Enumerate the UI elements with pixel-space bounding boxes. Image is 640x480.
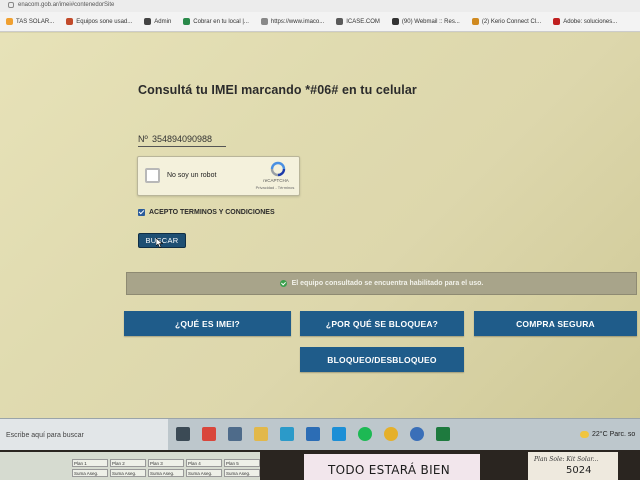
- app-icon[interactable]: [410, 427, 424, 441]
- mail-icon[interactable]: [280, 427, 294, 441]
- block-unblock-button[interactable]: BLOQUEO/DESBLOQUEO: [300, 347, 464, 372]
- bookmark-favicon-icon: [183, 18, 191, 25]
- file-explorer-icon[interactable]: [254, 427, 268, 441]
- bookmark-label: ICASE.COM: [346, 18, 380, 25]
- check-circle-icon: [279, 280, 287, 287]
- taskbar: Escribe aquí para buscar 22°C Parc. so: [0, 418, 640, 451]
- bookmark-favicon-icon: [260, 18, 268, 25]
- sheet-cell: Suma Aseg.: [224, 469, 260, 477]
- recaptcha-widget: No soy un robot reCAPTCHA Privacidad - T…: [137, 156, 300, 196]
- paper-spreadsheet: Plan 1 Plan 2 Plan 3 Plan 4 Plan 5 Suma Aseg…: [0, 452, 260, 480]
- sheet-header-cell: Plan 3: [148, 459, 184, 467]
- terms-label: ACEPTO TERMINOS Y CONDICIONES: [149, 209, 275, 216]
- imei-prefix: Nº: [138, 134, 148, 144]
- bookmark-favicon-icon: [6, 18, 13, 25]
- bookmark-favicon-icon: [336, 18, 344, 25]
- bookmark-label: (2) Kerio Connect Cl...: [481, 18, 542, 25]
- page-title: Consultá tu IMEI marcando *#06# en tu ce…: [138, 83, 417, 97]
- edge-icon[interactable]: [306, 427, 320, 441]
- recaptcha-label: No soy un robot: [167, 172, 217, 179]
- browser-icon[interactable]: [332, 427, 346, 441]
- bookmark-label: https://www.imaco...: [270, 18, 325, 25]
- what-is-imei-button[interactable]: ¿QUÉ ES IMEI?: [124, 311, 291, 336]
- result-message: El equipo consultado se encuentra habili…: [291, 280, 484, 287]
- bookmark-item[interactable]: (90) Webmail :: Res...: [386, 18, 466, 25]
- excel-icon[interactable]: [436, 427, 450, 441]
- recaptcha-checkbox[interactable]: [145, 168, 160, 183]
- url-text[interactable]: enacom.gob.ar/imei#contenedorSite: [18, 2, 114, 8]
- bookmark-label: Admin: [154, 18, 172, 25]
- taskbar-search-input[interactable]: Escribe aquí para buscar: [0, 419, 168, 451]
- bookmark-label: Cobrar en tu local |...: [193, 18, 249, 25]
- weather-icon: [580, 431, 589, 438]
- sheet-cell: Suma Aseg.: [72, 469, 108, 477]
- bookmark-favicon-icon: [553, 18, 561, 25]
- bookmark-label: (90) Webmail :: Res...: [401, 18, 460, 25]
- weather-text: 22°C Parc. so: [592, 431, 636, 438]
- bookmark-favicon-icon: [471, 18, 479, 25]
- sheet-cell: Suma Aseg.: [110, 469, 146, 477]
- sticky-note: TODO ESTARÁ BIEN: [304, 454, 480, 480]
- recaptcha-links[interactable]: Privacidad - Términos: [250, 185, 300, 190]
- bookmark-label: Adobe: soluciones...: [563, 18, 618, 25]
- bookmark-favicon-icon: [144, 18, 152, 25]
- terms-checkbox[interactable]: [138, 209, 145, 216]
- bookmark-item[interactable]: Equipos sone usad...: [60, 18, 138, 25]
- imei-input[interactable]: 354894090988: [152, 134, 212, 144]
- imei-input-underline: [138, 146, 226, 147]
- bookmark-favicon-icon: [66, 18, 74, 25]
- bookmark-label: TAS SOLAR...: [16, 18, 55, 25]
- result-banner: El equipo consultado se encuentra habili…: [126, 272, 637, 295]
- app-icon[interactable]: [202, 427, 216, 441]
- bookmark-item[interactable]: TAS SOLAR...: [0, 18, 60, 25]
- spotify-icon[interactable]: [358, 427, 372, 441]
- lock-icon: [8, 2, 14, 8]
- calculator-icon[interactable]: [228, 427, 242, 441]
- bookmarks-bar: TAS SOLAR... Equipos sone usad... Admin Cob…: [0, 12, 640, 32]
- mouse-cursor-icon: [156, 238, 163, 248]
- why-blocked-button[interactable]: ¿POR QUÉ SE BLOQUEA?: [300, 311, 464, 336]
- chrome-icon[interactable]: [384, 427, 398, 441]
- page-content: Consultá tu IMEI marcando *#06# en tu ce…: [0, 33, 640, 418]
- sheet-cell: Suma Aseg.: [148, 469, 184, 477]
- bookmark-item[interactable]: ICASE.COM: [330, 18, 386, 25]
- task-view-icon[interactable]: [176, 427, 190, 441]
- recaptcha-brand: reCAPTCHA: [263, 178, 289, 183]
- sheet-header-cell: Plan 1: [72, 459, 108, 467]
- safe-purchase-button[interactable]: COMPRA SEGURA: [474, 311, 637, 336]
- weather-widget[interactable]: 22°C Parc. so: [580, 431, 635, 438]
- sheet-header-cell: Plan 5: [224, 459, 260, 467]
- bookmark-favicon-icon: [391, 18, 399, 25]
- bookmark-item[interactable]: https://www.imaco...: [255, 18, 330, 25]
- bookmark-item[interactable]: Adobe: soluciones...: [547, 18, 623, 25]
- bookmark-item[interactable]: (2) Kerio Connect Cl...: [466, 18, 547, 25]
- sticky-note-text: TODO ESTARÁ BIEN: [328, 463, 451, 477]
- desk-area: Plan 1 Plan 2 Plan 3 Plan 4 Plan 5 Suma Aseg…: [0, 450, 640, 480]
- note-text: Plan Sole: Kit Solar...: [534, 456, 599, 463]
- sheet-cell: Suma Aseg.: [186, 469, 222, 477]
- bookmark-item[interactable]: Admin: [138, 18, 177, 25]
- terms-checkbox-row[interactable]: ACEPTO TERMINOS Y CONDICIONES: [138, 209, 275, 216]
- sheet-header-cell: Plan 2: [110, 459, 146, 467]
- bookmark-label: Equipos sone usad...: [76, 18, 133, 25]
- note-number: 5024: [566, 465, 592, 476]
- handwritten-note: Plan Sole: Kit Solar... 5024: [528, 452, 618, 480]
- bookmark-item[interactable]: Cobrar en tu local |...: [177, 18, 255, 25]
- address-bar[interactable]: enacom.gob.ar/imei#contenedorSite: [0, 0, 640, 12]
- recaptcha-logo-icon: [270, 161, 286, 177]
- sheet-header-cell: Plan 4: [186, 459, 222, 467]
